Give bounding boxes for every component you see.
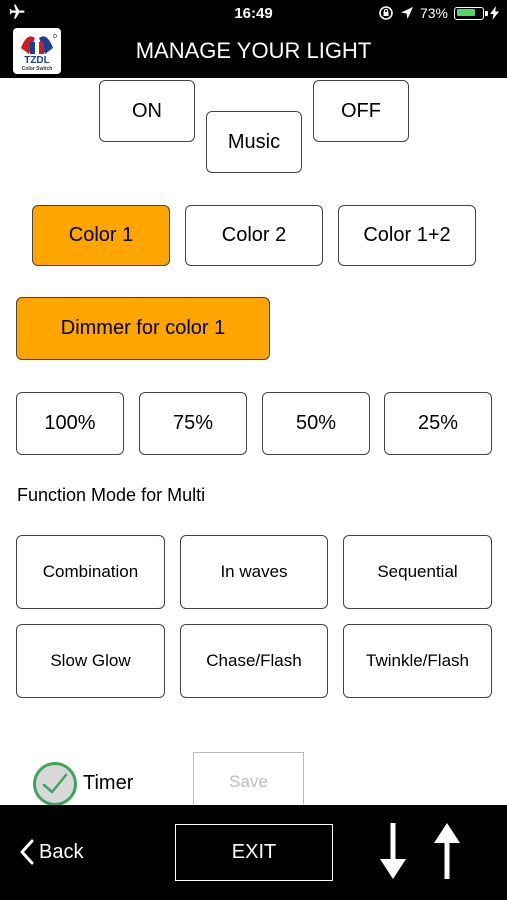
status-bar: 16:49 73%	[0, 0, 507, 26]
dimmer-25-button[interactable]: 25%	[384, 392, 492, 455]
battery-cap	[485, 10, 488, 16]
back-label: Back	[39, 840, 84, 863]
rotation-lock-icon	[379, 6, 393, 20]
dimmer-75-button[interactable]: 75%	[139, 392, 247, 455]
off-button[interactable]: OFF	[313, 80, 409, 142]
timer-label: Timer	[83, 772, 134, 794]
timer-checkbox[interactable]	[33, 762, 77, 806]
arrow-down-icon[interactable]	[377, 821, 409, 881]
color-2-button[interactable]: Color 2	[185, 205, 323, 266]
arrow-up-icon[interactable]	[431, 821, 463, 881]
mode-chase-flash-button[interactable]: Chase/Flash	[180, 624, 328, 698]
battery-percent: 73%	[419, 5, 448, 21]
mode-twinkle-flash-button[interactable]: Twinkle/Flash	[343, 624, 492, 698]
dimmer-50-button[interactable]: 50%	[262, 392, 370, 455]
page-title: MANAGE YOUR LIGHT	[135, 38, 372, 63]
on-button[interactable]: ON	[99, 80, 195, 142]
bottom-bar: Back EXIT	[0, 805, 507, 900]
music-button[interactable]: Music	[206, 111, 302, 173]
location-icon	[400, 7, 413, 19]
exit-button[interactable]: EXIT	[175, 824, 333, 881]
mode-in-waves-button[interactable]: In waves	[180, 535, 328, 609]
checkmark-icon	[42, 773, 68, 794]
mode-slow-glow-button[interactable]: Slow Glow	[16, 624, 165, 698]
save-button[interactable]: Save	[193, 752, 304, 812]
logo-subtext: Color Switch	[21, 66, 53, 72]
function-mode-title: Function Mode for Multi	[17, 485, 206, 505]
color-1-button[interactable]: Color 1	[32, 205, 170, 266]
mode-sequential-button[interactable]: Sequential	[343, 535, 492, 609]
charging-bolt-icon	[490, 6, 499, 20]
dimmer-100-button[interactable]: 100%	[16, 392, 124, 455]
battery-fill	[456, 9, 475, 16]
dimmer-button[interactable]: Dimmer for color 1	[16, 297, 270, 360]
status-right-group: 73%	[378, 4, 499, 22]
app-header: TZDL Color Switch MANAGE YOUR LIGHT	[0, 26, 507, 78]
battery-icon	[454, 6, 488, 20]
mode-combination-button[interactable]: Combination	[16, 535, 165, 609]
back-button[interactable]: Back	[20, 839, 83, 865]
chevron-left-icon	[20, 839, 34, 865]
color-1-2-button[interactable]: Color 1+2	[338, 205, 476, 266]
